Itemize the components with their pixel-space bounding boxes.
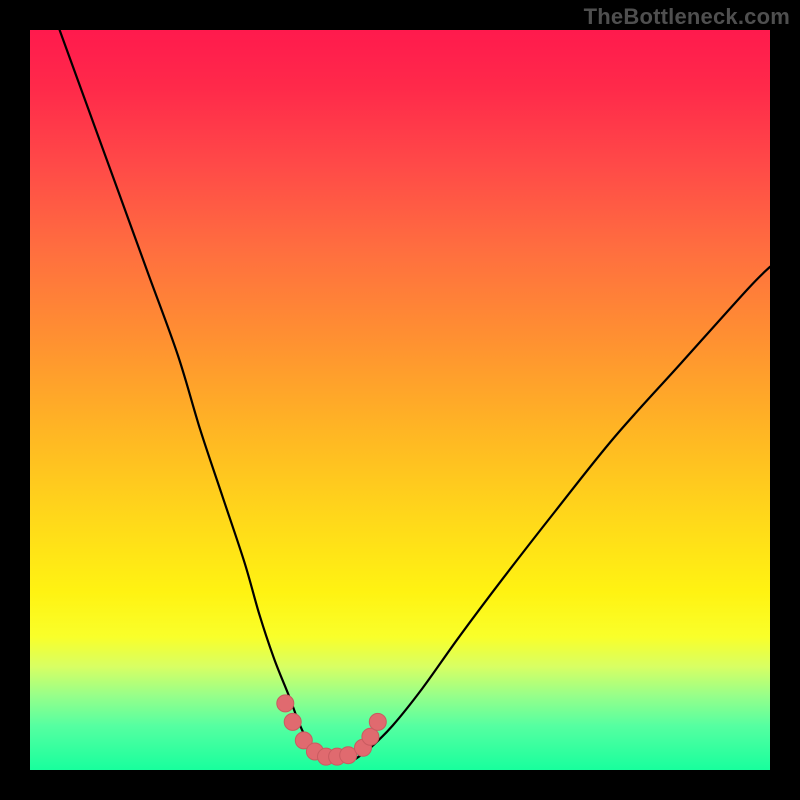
curve-path-left [60,30,319,759]
outer-frame: TheBottleneck.com [0,0,800,800]
curve-left-branch [60,30,319,759]
curve-right-branch [356,267,770,759]
curve-path-right [356,267,770,759]
trough-marker [369,713,386,730]
plot-area [30,30,770,770]
trough-marker [284,713,301,730]
trough-marker [277,695,294,712]
chart-svg [30,30,770,770]
watermark-text: TheBottleneck.com [584,4,790,30]
trough-marker-group [277,695,387,765]
